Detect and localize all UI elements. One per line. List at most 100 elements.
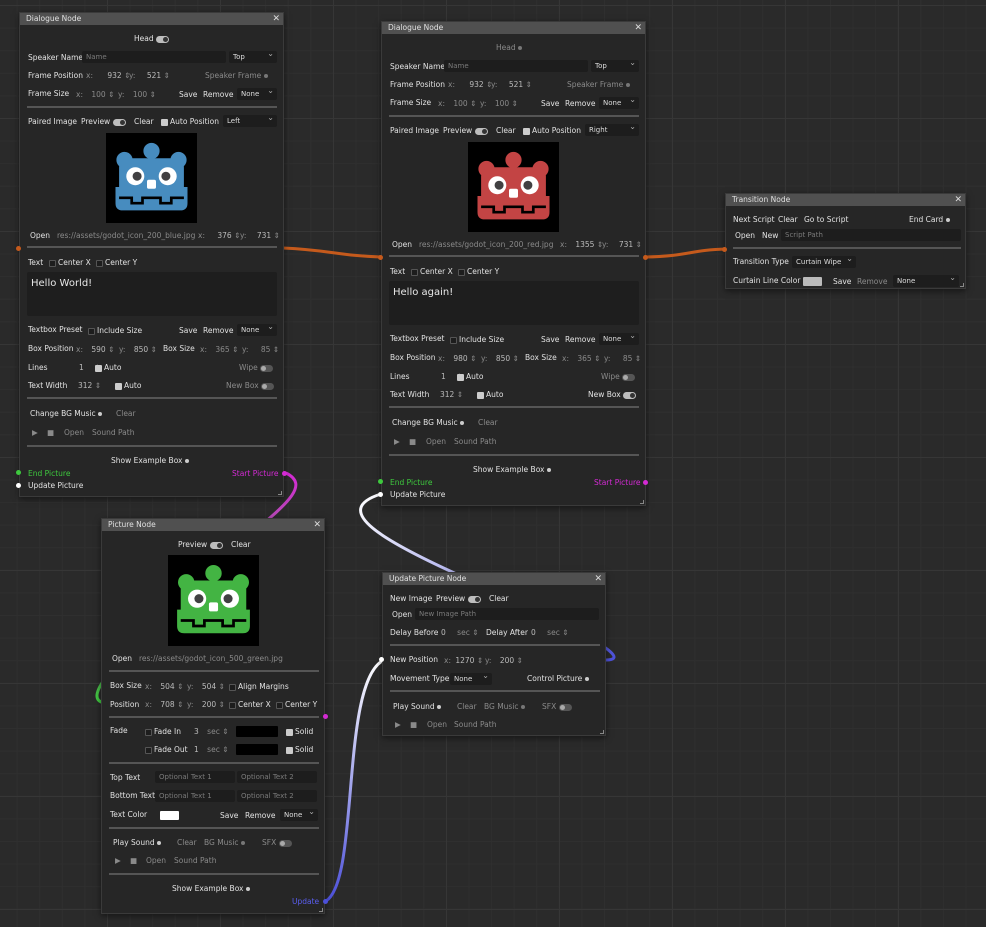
image-x-field[interactable]: x: 376 ⇕ — [198, 231, 240, 241]
checkbox-icon[interactable] — [457, 373, 464, 381]
preview-toggle[interactable]: Preview — [443, 126, 488, 136]
checkbox-icon[interactable] — [161, 118, 168, 126]
close-icon[interactable]: ✕ — [313, 519, 321, 531]
speaker-position-dropdown[interactable]: Top — [591, 57, 639, 72]
checkbox-icon[interactable] — [276, 701, 283, 709]
preview-toggle[interactable]: Preview — [81, 117, 126, 127]
frame-x-field[interactable]: x: 932 ⇕ — [86, 71, 130, 81]
fade-in-spinbox[interactable]: 3 sec ⇕ — [194, 727, 229, 737]
fade-in-solid-checkbox[interactable]: Solid — [286, 727, 313, 737]
align-dropdown[interactable]: Left — [223, 112, 277, 127]
toggle-icon[interactable] — [467, 595, 481, 603]
box-size-x[interactable]: x: 504 ⇕ — [145, 682, 183, 692]
bottom-text-1-input[interactable]: Optional Text 1 — [155, 790, 235, 802]
top-text-2-input[interactable]: Optional Text 2 — [237, 771, 317, 783]
head-toggle[interactable]: Head — [496, 43, 523, 53]
clear-button[interactable]: Clear — [116, 409, 136, 419]
open-button[interactable]: Open — [392, 610, 412, 620]
text-width-spinbox[interactable]: 312 ⇕ — [440, 390, 463, 400]
center-x-checkbox[interactable]: Center X — [49, 258, 91, 268]
box-size-y[interactable]: y: 504 ⇕ — [187, 682, 225, 692]
output-port[interactable] — [643, 255, 648, 260]
close-icon[interactable]: ✕ — [954, 194, 962, 206]
preset-dropdown[interactable]: None — [599, 94, 639, 109]
checkbox-icon[interactable] — [88, 327, 95, 335]
wipe-toggle[interactable]: Wipe — [601, 372, 636, 382]
dialogue-textarea[interactable]: Hello World! — [27, 272, 277, 316]
node-titlebar[interactable]: Update Picture Node ✕ — [383, 573, 605, 585]
textbox-preset-dropdown[interactable]: None — [599, 330, 639, 345]
change-bg-toggle[interactable]: Change BG Music — [392, 418, 465, 428]
input-port[interactable] — [16, 246, 21, 251]
sound-path-input[interactable]: Sound Path — [174, 856, 216, 866]
text-color-swatch[interactable] — [160, 811, 179, 820]
checkbox-icon[interactable] — [286, 728, 293, 736]
remove-button[interactable]: Remove — [203, 326, 233, 336]
lines-auto-checkbox[interactable]: Auto — [457, 372, 483, 382]
image-x-field[interactable]: x: 1355 ⇕ — [560, 240, 603, 250]
frame-y-field[interactable]: y: 521 ⇕ — [129, 71, 170, 81]
open-button[interactable]: Open — [30, 231, 50, 241]
checkbox-icon[interactable] — [229, 683, 236, 691]
new-position-y[interactable]: y: 200 ⇕ — [485, 656, 523, 666]
toggle-icon[interactable] — [261, 382, 275, 390]
center-y-checkbox[interactable]: Center Y — [96, 258, 137, 268]
stop-icon[interactable]: ■ — [409, 437, 416, 447]
box-x-field[interactable]: x: 980 ⇕ — [438, 354, 476, 364]
close-icon[interactable]: ✕ — [634, 22, 642, 34]
image-path-input[interactable]: res://assets/godot_icon_500_green.jpg — [139, 654, 283, 664]
play-sound-toggle[interactable]: Play Sound — [393, 702, 442, 712]
image-path-input[interactable]: New Image Path — [415, 608, 599, 620]
checkbox-icon[interactable] — [96, 259, 103, 267]
box-size-y[interactable]: y: 85 ⇕ — [242, 345, 279, 355]
image-y-field[interactable]: y: 731 ⇕ — [240, 231, 280, 241]
image-path-input[interactable]: res://assets/godot_icon_200_blue.jpg — [57, 231, 195, 241]
open-sound-button[interactable]: Open — [64, 428, 84, 438]
curtain-color-swatch[interactable] — [803, 277, 822, 286]
checkbox-icon[interactable] — [477, 391, 484, 399]
show-example-toggle[interactable]: Show Example Box — [172, 884, 250, 894]
resize-corner-icon[interactable] — [600, 730, 604, 734]
open-sound-button[interactable]: Open — [427, 720, 447, 730]
toggle-icon[interactable] — [209, 541, 223, 549]
resize-corner-icon[interactable] — [319, 908, 323, 912]
remove-button[interactable]: Remove — [857, 277, 887, 287]
checkbox-icon[interactable] — [450, 336, 457, 344]
frame-size-y[interactable]: y: 100 ⇕ — [480, 99, 518, 109]
show-example-toggle[interactable]: Show Example Box — [111, 456, 189, 466]
output-port[interactable] — [323, 714, 328, 719]
toggle-icon[interactable] — [278, 839, 292, 847]
toggle-icon[interactable] — [260, 364, 274, 372]
fade-out-spinbox[interactable]: 1 sec ⇕ — [194, 745, 229, 755]
close-icon[interactable]: ✕ — [594, 573, 602, 585]
update-picture-port[interactable] — [16, 483, 21, 488]
frame-size-y[interactable]: y: 100 ⇕ — [118, 90, 156, 100]
node-titlebar[interactable]: Dialogue Node ✕ — [20, 13, 283, 25]
width-auto-checkbox[interactable]: Auto — [115, 381, 141, 391]
resize-corner-icon[interactable] — [278, 491, 282, 495]
checkbox-icon[interactable] — [49, 259, 56, 267]
checkbox-icon[interactable] — [95, 364, 102, 372]
picture-node[interactable]: Picture Node ✕ Preview Clear Open res://a… — [101, 518, 325, 914]
bg-music-toggle[interactable]: BG Music — [204, 838, 245, 848]
remove-button[interactable]: Remove — [565, 99, 595, 109]
width-auto-checkbox[interactable]: Auto — [477, 390, 503, 400]
toggle-icon[interactable] — [558, 703, 572, 711]
new-button[interactable]: New — [762, 231, 778, 241]
head-toggle[interactable]: Head — [134, 34, 170, 44]
new-box-toggle[interactable]: New Box — [226, 381, 275, 391]
box-size-y[interactable]: y: 85 ⇕ — [604, 354, 641, 364]
new-box-toggle[interactable]: New Box — [588, 390, 637, 400]
sfx-toggle[interactable]: SFX — [542, 702, 572, 712]
color-preset-dropdown[interactable]: None — [893, 272, 959, 287]
fade-out-color[interactable] — [236, 744, 278, 755]
clear-button[interactable]: Clear — [134, 117, 154, 127]
position-x[interactable]: x: 708 ⇕ — [145, 700, 183, 710]
node-titlebar[interactable]: Picture Node ✕ — [102, 519, 324, 531]
auto-position-checkbox[interactable]: Auto Position — [523, 126, 581, 136]
save-button[interactable]: Save — [541, 99, 559, 109]
show-example-toggle[interactable]: Show Example Box — [473, 465, 551, 475]
script-path-input[interactable]: Script Path — [781, 229, 961, 241]
delay-after-spinbox[interactable]: 0 sec ⇕ — [531, 628, 569, 638]
center-y-checkbox[interactable]: Center Y — [276, 700, 317, 710]
